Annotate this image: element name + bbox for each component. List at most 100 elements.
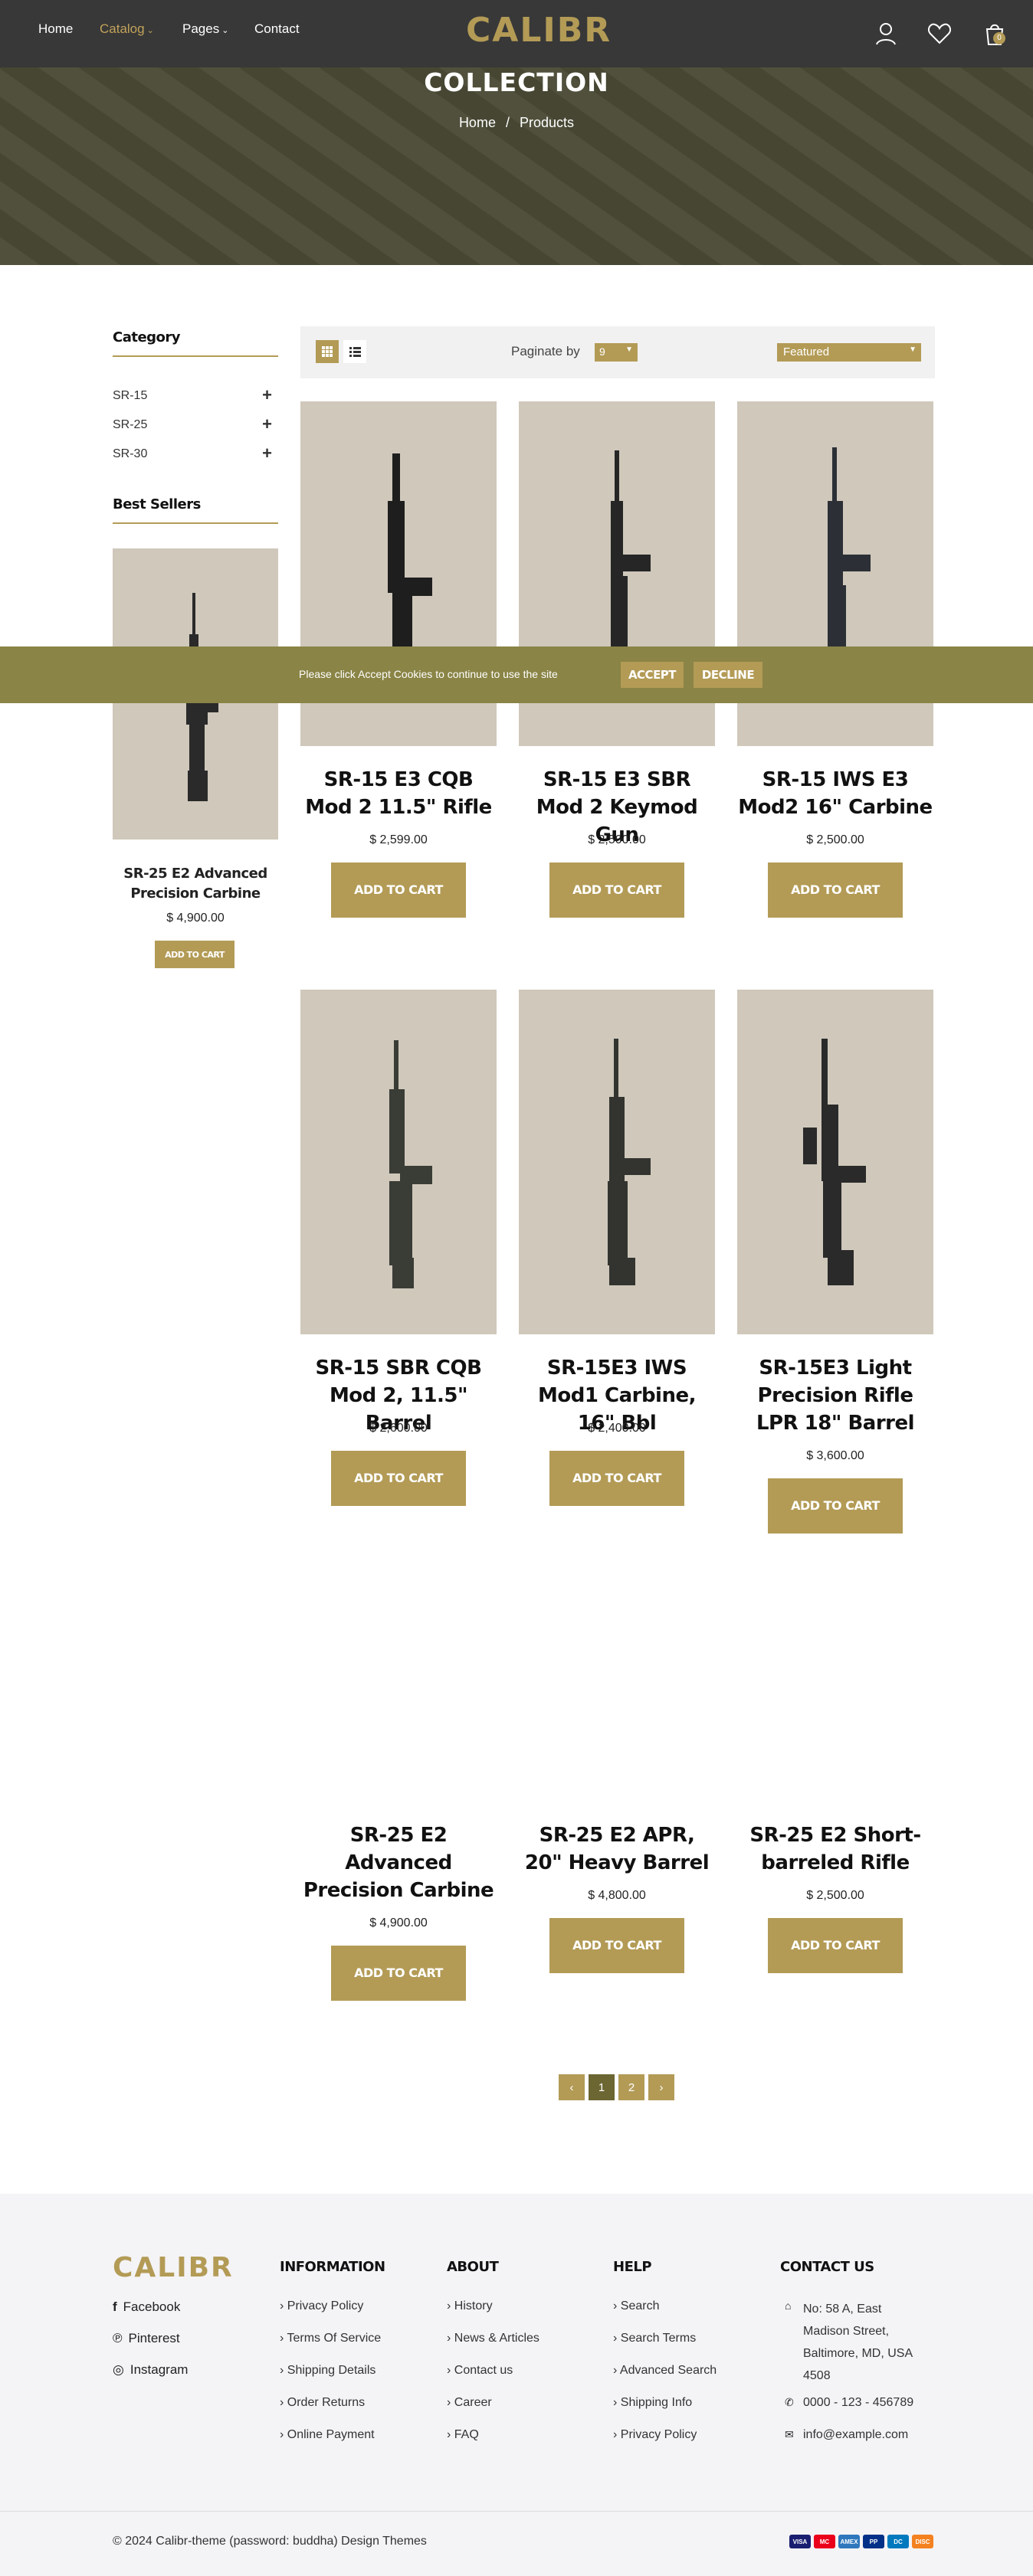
product-name[interactable]: SR-25 E2 Advanced Precision Carbine (300, 1822, 497, 1904)
paginate-label: Paginate by (511, 344, 580, 358)
nav-contact[interactable]: Contact (254, 21, 300, 37)
add-to-cart-button[interactable]: ADD TO CART (549, 862, 684, 918)
category-item-sr30[interactable]: SR-30 + (113, 445, 272, 462)
pagination-page-2[interactable]: 2 (618, 2074, 644, 2100)
footer-heading-about: ABOUT (447, 2259, 499, 2275)
chevron-right-icon: › (447, 2396, 454, 2409)
account-icon[interactable] (872, 20, 900, 47)
social-link-pinterest[interactable]: ℗ Pinterest (113, 2331, 180, 2346)
product-price: $ 3,600.00 (806, 1449, 864, 1462)
nav-pages[interactable]: Pages ⌄ (182, 21, 228, 37)
add-to-cart-button[interactable]: ADD TO CART (768, 1918, 903, 1973)
footer-link[interactable]: › Shipping Info (613, 2396, 692, 2410)
contact-phone[interactable]: 0000 - 123 - 456789 (803, 2396, 913, 2410)
paginate-select[interactable]: 9 ▼ (595, 343, 638, 362)
add-to-cart-button[interactable]: ADD TO CART (331, 1451, 466, 1506)
amex-icon: AMEX (838, 2535, 860, 2548)
product-name[interactable]: SR-25 E2 Short-barreled Rifle (737, 1822, 933, 1877)
cookie-accept-button[interactable]: ACCEPT (621, 662, 684, 688)
breadcrumb-separator: / (505, 115, 510, 130)
plus-icon[interactable]: + (262, 445, 272, 462)
product-image[interactable] (519, 990, 715, 1334)
footer-logo[interactable]: CALIBR (113, 2252, 234, 2283)
nav-home[interactable]: Home (38, 21, 73, 37)
footer-link-label: Advanced Search (619, 2364, 717, 2377)
paginate-value: 9 (599, 345, 605, 358)
product-name[interactable]: SR-15E3 Light Precision Rifle LPR 18" Ba… (737, 1354, 933, 1437)
social-label: Pinterest (128, 2331, 180, 2345)
product-image[interactable] (300, 990, 497, 1334)
footer-heading-help: HELP (613, 2259, 652, 2275)
footer-link-label: Online Payment (287, 2428, 375, 2441)
footer-heading-information: INFORMATION (280, 2259, 385, 2275)
plus-icon[interactable]: + (262, 387, 272, 404)
footer-link-label: Privacy Policy (287, 2299, 364, 2313)
product-name[interactable]: SR-15 E3 CQB Mod 2 11.5" Rifle (300, 766, 497, 821)
nav-catalog[interactable]: Catalog ⌄ (100, 21, 154, 37)
footer-link[interactable]: › Advanced Search (613, 2364, 717, 2378)
cookie-decline-button[interactable]: DECLINE (694, 662, 762, 688)
divider (0, 2511, 1033, 2512)
site-logo[interactable]: CALIBR (466, 11, 612, 50)
footer-link[interactable]: › Privacy Policy (613, 2428, 697, 2442)
footer-link-label: FAQ (454, 2428, 479, 2441)
pagination-page-1[interactable]: 1 (589, 2074, 615, 2100)
divider (113, 355, 278, 357)
footer-heading-contact: CONTACT US (780, 2259, 874, 2275)
best-seller-name[interactable]: SR-25 E2 Advanced Precision Carbine (113, 864, 278, 904)
phone-icon: ✆ (785, 2396, 794, 2408)
footer-link[interactable]: › Search (613, 2299, 659, 2313)
footer-link[interactable]: › Contact us (447, 2364, 513, 2378)
product-price: $ 4,800.00 (588, 1889, 646, 1902)
product-image[interactable] (737, 990, 933, 1334)
footer-link[interactable]: › Privacy Policy (280, 2299, 363, 2313)
social-link-instagram[interactable]: ◎ Instagram (113, 2362, 188, 2378)
footer-link[interactable]: › News & Articles (447, 2332, 539, 2345)
best-sellers-heading: Best Sellers (113, 496, 201, 512)
footer-link[interactable]: › Search Terms (613, 2332, 696, 2345)
add-to-cart-button[interactable]: ADD TO CART (549, 1451, 684, 1506)
product-name[interactable]: SR-25 E2 APR, 20" Heavy Barrel (519, 1822, 715, 1877)
chevron-right-icon: › (613, 2364, 620, 2377)
wishlist-heart-icon[interactable] (926, 20, 953, 47)
grid-view-icon[interactable] (316, 340, 339, 363)
add-to-cart-button[interactable]: ADD TO CART (331, 862, 466, 918)
sort-select[interactable]: Featured ▼ (777, 343, 921, 362)
footer-link-label: News & Articles (454, 2332, 539, 2345)
product-price: $ 4,900.00 (369, 1916, 428, 1930)
category-item-sr25[interactable]: SR-25 + (113, 416, 272, 433)
product-price: $ 2,599.00 (369, 833, 428, 846)
add-to-cart-button[interactable]: ADD TO CART (768, 862, 903, 918)
product-name[interactable]: SR-15 IWS E3 Mod2 16" Carbine (737, 766, 933, 821)
chevron-right-icon: › (447, 2364, 454, 2377)
footer-link-label: Contact us (454, 2364, 513, 2377)
pagination-prev[interactable]: ‹ (559, 2074, 585, 2100)
list-view-icon[interactable] (343, 340, 366, 363)
footer-link[interactable]: › Career (447, 2396, 492, 2410)
caret-down-icon: ▼ (625, 345, 633, 354)
footer-link[interactable]: › History (447, 2299, 493, 2313)
best-seller-add-to-cart-button[interactable]: ADD TO CART (155, 941, 234, 968)
footer-link[interactable]: › FAQ (447, 2428, 479, 2442)
chevron-right-icon: › (280, 2428, 287, 2441)
social-link-facebook[interactable]: f Facebook (113, 2299, 180, 2315)
footer-link[interactable]: › Order Returns (280, 2396, 365, 2410)
add-to-cart-button[interactable]: ADD TO CART (331, 1946, 466, 2001)
sort-value: Featured (783, 345, 830, 358)
add-to-cart-button[interactable]: ADD TO CART (549, 1918, 684, 1973)
pagination-next[interactable]: › (648, 2074, 674, 2100)
category-item-sr15[interactable]: SR-15 + (113, 387, 272, 404)
mastercard-icon: MC (814, 2535, 835, 2548)
add-to-cart-button[interactable]: ADD TO CART (768, 1478, 903, 1533)
contact-email[interactable]: info@example.com (803, 2428, 908, 2442)
footer-link[interactable]: › Online Payment (280, 2428, 375, 2442)
divider (113, 522, 278, 524)
footer-link-label: Search Terms (620, 2332, 697, 2345)
footer-link[interactable]: › Shipping Details (280, 2364, 375, 2378)
contact-address: No: 58 A, East Madison Street, Baltimore… (803, 2303, 913, 2382)
product-price: $ 2,500.00 (806, 1889, 864, 1902)
footer-link-label: Privacy Policy (620, 2428, 697, 2441)
footer-link[interactable]: › Terms Of Service (280, 2332, 381, 2345)
plus-icon[interactable]: + (262, 416, 272, 433)
breadcrumb-home[interactable]: Home (459, 115, 496, 130)
